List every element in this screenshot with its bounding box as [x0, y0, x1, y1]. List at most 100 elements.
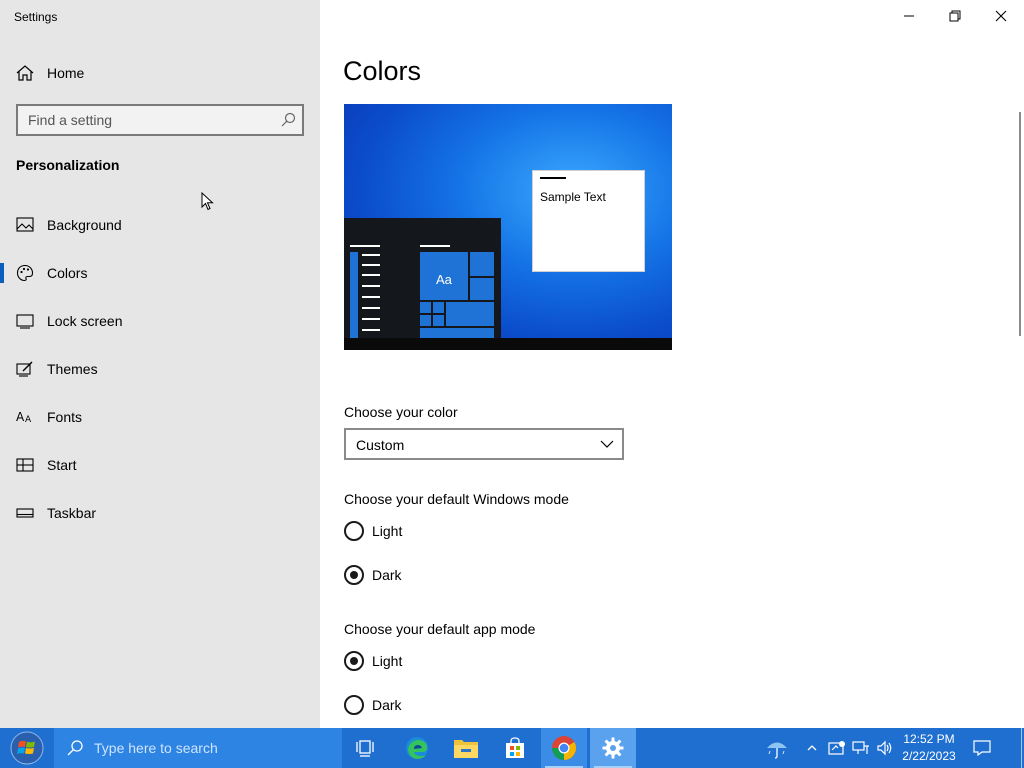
tray-volume-button[interactable]	[874, 728, 896, 768]
restore-icon	[949, 10, 961, 22]
sidebar: Settings Home Find a setting Personaliza…	[0, 0, 320, 728]
color-preview: Aa Sample Text	[344, 104, 672, 350]
app-mode-light-radio[interactable]: Light	[344, 649, 464, 673]
fonts-icon: A A	[16, 410, 32, 425]
radio-circle	[344, 565, 364, 585]
sidebar-item-lock-screen[interactable]: Lock screen	[0, 301, 320, 341]
radio-label: Dark	[372, 567, 402, 583]
search-icon	[67, 740, 83, 756]
clock-date: 2/22/2023	[902, 749, 956, 763]
minimize-icon	[904, 15, 914, 17]
taskbar-icon	[16, 508, 34, 518]
chevron-down-icon	[600, 440, 614, 448]
tray-network-button[interactable]	[850, 728, 872, 768]
radio-circle	[344, 651, 364, 671]
edge-icon	[406, 737, 428, 759]
device-status-icon	[828, 741, 845, 755]
preview-taskbar	[344, 338, 672, 350]
search-placeholder: Find a setting	[28, 112, 113, 128]
sidebar-item-home[interactable]: Home	[0, 56, 320, 90]
preview-tile-text: Aa	[436, 272, 452, 287]
clock-time: 12:52 PM	[903, 732, 955, 746]
sidebar-item-background[interactable]: Background	[0, 205, 320, 245]
start-button[interactable]	[0, 728, 54, 768]
sidebar-item-label: Taskbar	[47, 505, 97, 521]
taskbar-search-placeholder: Type here to search	[94, 740, 218, 756]
sidebar-item-themes[interactable]: Themes	[0, 349, 320, 389]
home-icon	[16, 65, 34, 81]
sidebar-item-taskbar[interactable]: Taskbar	[0, 493, 320, 533]
show-desktop-divider	[1021, 728, 1022, 768]
show-desktop-button[interactable]	[1019, 728, 1024, 768]
themes-icon	[16, 361, 33, 377]
choose-color-dropdown[interactable]: Custom	[344, 428, 624, 460]
windows-logo-icon	[10, 731, 44, 765]
svg-text:A: A	[25, 415, 32, 425]
windows-mode-label: Choose your default Windows mode	[344, 491, 569, 507]
radio-label: Dark	[372, 697, 402, 713]
scrollbar[interactable]	[1019, 112, 1021, 336]
radio-label: Light	[372, 653, 403, 669]
action-center-button[interactable]	[966, 728, 998, 768]
sidebar-item-label: Colors	[47, 265, 88, 281]
chrome-icon	[552, 736, 577, 760]
sidebar-item-label: Themes	[47, 361, 98, 377]
preview-sample-window: Sample Text	[532, 170, 645, 272]
task-view-button[interactable]	[342, 728, 388, 768]
volume-icon	[877, 740, 892, 756]
windows-mode-dark-radio[interactable]: Dark	[344, 563, 464, 587]
choose-color-label: Choose your color	[344, 404, 458, 420]
taskbar-file-explorer-button[interactable]	[443, 728, 489, 768]
dropdown-value: Custom	[356, 437, 405, 453]
radio-circle	[344, 521, 364, 541]
notification-icon	[973, 740, 991, 756]
weather-rain-icon	[767, 742, 787, 759]
preview-window-title-line	[540, 177, 566, 179]
preview-start-menu: Aa	[344, 218, 501, 338]
restore-button[interactable]	[932, 0, 978, 32]
window-title: Settings	[14, 10, 58, 24]
taskbar-chrome-button[interactable]	[541, 728, 587, 768]
radio-label: Light	[372, 523, 403, 539]
lock-screen-icon	[16, 314, 34, 329]
sidebar-item-label: Fonts	[47, 409, 83, 425]
minimize-button[interactable]	[886, 0, 932, 32]
svg-text:A: A	[16, 410, 25, 424]
preview-sample-text: Sample Text	[540, 190, 606, 204]
sidebar-item-label: Background	[47, 217, 122, 233]
search-icon	[281, 112, 296, 127]
start-icon	[16, 458, 34, 472]
app-mode-label: Choose your default app mode	[344, 621, 536, 637]
mouse-cursor-icon	[201, 192, 214, 211]
network-icon	[852, 741, 869, 754]
task-view-icon	[356, 740, 374, 757]
sidebar-item-colors[interactable]: Colors	[0, 253, 320, 293]
search-input[interactable]: Find a setting	[16, 104, 304, 136]
close-button[interactable]	[978, 0, 1024, 32]
preview-start-tiles	[350, 245, 494, 338]
taskbar-search-box[interactable]: Type here to search	[54, 728, 342, 768]
sidebar-item-label: Home	[47, 65, 85, 81]
gear-icon	[602, 737, 624, 759]
page-title: Colors	[343, 56, 422, 86]
section-title: Personalization	[16, 157, 120, 173]
radio-circle	[344, 695, 364, 715]
sidebar-item-label: Start	[47, 457, 77, 473]
chevron-up-icon	[807, 745, 817, 751]
sidebar-item-start[interactable]: Start	[0, 445, 320, 485]
taskbar-clock[interactable]: 12:52 PM 2/22/2023	[896, 731, 962, 765]
tray-weather-button[interactable]	[762, 728, 792, 768]
sidebar-item-fonts[interactable]: A A Fonts	[0, 397, 320, 437]
taskbar-settings-button[interactable]	[590, 728, 636, 768]
sidebar-item-label: Lock screen	[47, 313, 123, 329]
taskbar: Type here to search 12:52 PM 2/22/2023	[0, 728, 1024, 768]
close-icon	[995, 10, 1007, 22]
app-mode-dark-radio[interactable]: Dark	[344, 693, 464, 717]
taskbar-edge-button[interactable]	[394, 728, 440, 768]
taskbar-store-button[interactable]	[492, 728, 538, 768]
windows-mode-light-radio[interactable]: Light	[344, 519, 464, 543]
show-hidden-icons-button[interactable]	[804, 728, 820, 768]
folder-icon	[454, 740, 478, 758]
tray-security-button[interactable]	[826, 728, 848, 768]
store-icon	[506, 737, 524, 758]
